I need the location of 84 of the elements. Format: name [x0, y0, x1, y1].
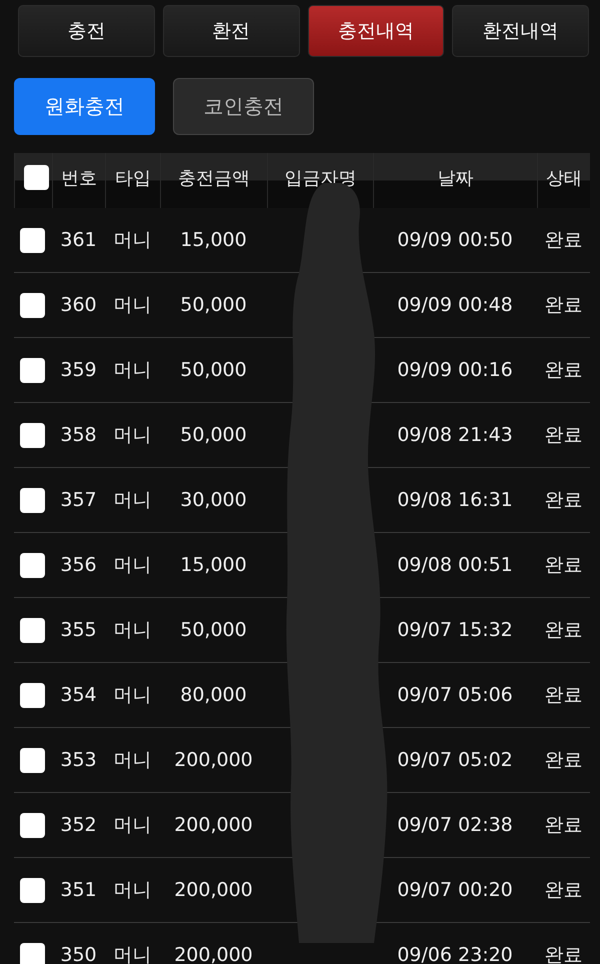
table-cell-text: 머니: [112, 683, 152, 708]
table-cell-text: 09/07 05:06: [396, 684, 514, 706]
table-cell-text: 09/08 00:51: [396, 554, 514, 576]
row-checkbox[interactable]: [20, 748, 45, 772]
row-checkbox[interactable]: [20, 358, 45, 382]
category-tab[interactable]: 원화충전: [14, 78, 155, 135]
table-cell-text: 머니: [112, 813, 152, 838]
table-cell-text: 09/09 00:50: [396, 229, 514, 251]
table-cell-text: 09/08 16:31: [396, 489, 514, 511]
column-header: 상태: [537, 153, 590, 208]
table-cell-text: 09/07 05:02: [396, 749, 514, 771]
table-cell-text: 완료: [544, 488, 584, 513]
table-cell-text: 머니: [112, 358, 152, 383]
table-cell-text: 15,000: [179, 229, 248, 251]
table-cell-text: 80,000: [179, 684, 248, 706]
table-cell-text: 353: [59, 749, 98, 771]
table-cell-text: 09/09 00:48: [396, 294, 514, 316]
nav-tab[interactable]: 환전: [162, 5, 300, 57]
row-checkbox[interactable]: [20, 878, 45, 902]
table-cell-text: 완료: [544, 943, 584, 964]
row-checkbox[interactable]: [20, 812, 45, 838]
table-cell-text: 355: [59, 619, 98, 641]
table-cell-text: 머니: [112, 553, 152, 578]
table-cell-text: 50,000: [179, 359, 248, 381]
table-cell-text: 361: [59, 229, 98, 251]
column-header: 충전금액: [160, 153, 267, 208]
table-cell-text: 351: [59, 879, 98, 901]
table-cell-text: 352: [59, 814, 98, 836]
table-cell-text: 356: [59, 554, 98, 576]
table-cell-text: 50,000: [179, 294, 248, 316]
nav-tab[interactable]: 환전내역: [452, 5, 589, 57]
table-cell-text: 완료: [544, 228, 584, 253]
table-cell-text: 350: [59, 944, 98, 964]
category-tab[interactable]: 코인충전: [173, 78, 314, 135]
table-cell-text: 200,000: [173, 814, 254, 836]
table-cell-text: 머니: [112, 878, 152, 903]
table-cell-text: 200,000: [173, 749, 254, 771]
row-checkbox[interactable]: [20, 552, 45, 578]
column-header: 번호: [52, 153, 105, 208]
row-checkbox[interactable]: [20, 682, 45, 708]
row-checkbox[interactable]: [20, 618, 45, 642]
table-cell-text: 50,000: [179, 424, 248, 446]
table-cell-text: 200,000: [173, 944, 254, 964]
table-cell-text: 09/09 00:16: [396, 359, 514, 381]
table-cell-text: 완료: [544, 618, 584, 643]
table-cell-text: 머니: [112, 618, 152, 643]
table-cell-text: 머니: [112, 488, 152, 513]
table-cell-text: 완료: [544, 358, 584, 383]
table-cell-text: 354: [59, 684, 98, 706]
table-cell-text: 09/08 21:43: [396, 424, 514, 446]
table-cell-text: 머니: [112, 748, 152, 773]
table-cell-text: 완료: [544, 813, 584, 838]
table-cell-text: 50,000: [179, 619, 248, 641]
table-cell-text: 358: [59, 424, 98, 446]
table-cell-text: 360: [59, 294, 98, 316]
table-cell-text: 15,000: [179, 554, 248, 576]
nav-tab[interactable]: 충전: [18, 5, 155, 57]
column-header: 날짜: [373, 153, 537, 208]
column-header: 타입: [105, 153, 160, 208]
table-cell-text: 09/07 00:20: [396, 879, 514, 901]
table-cell-text: 완료: [544, 293, 584, 318]
row-checkbox[interactable]: [20, 228, 45, 252]
table-cell-text: 머니: [112, 228, 152, 253]
table-cell-text: 359: [59, 359, 98, 381]
table-cell-text: 357: [59, 489, 98, 511]
table-cell-text: 30,000: [179, 489, 248, 511]
table-cell-text: 완료: [544, 878, 584, 903]
table-cell-text: 09/07 15:32: [396, 619, 514, 641]
table-cell-text: 완료: [544, 748, 584, 773]
table-cell-text: 머니: [112, 423, 152, 448]
table-cell-text: 머니: [112, 293, 152, 318]
row-checkbox[interactable]: [20, 488, 45, 512]
table-cell-text: 200,000: [173, 879, 254, 901]
table-cell-text: 완료: [544, 683, 584, 708]
select-all-checkbox[interactable]: [24, 165, 49, 190]
nav-tab[interactable]: 충전내역: [308, 5, 444, 57]
table-cell-text: 09/06 23:20: [396, 944, 514, 964]
row-checkbox[interactable]: [20, 422, 45, 448]
table-cell-text: 완료: [544, 553, 584, 578]
table-cell-text: 완료: [544, 423, 584, 448]
row-checkbox[interactable]: [20, 942, 45, 964]
table-cell-text: 09/07 02:38: [396, 814, 514, 836]
table-cell-text: 머니: [112, 943, 152, 964]
row-checkbox[interactable]: [20, 292, 45, 318]
